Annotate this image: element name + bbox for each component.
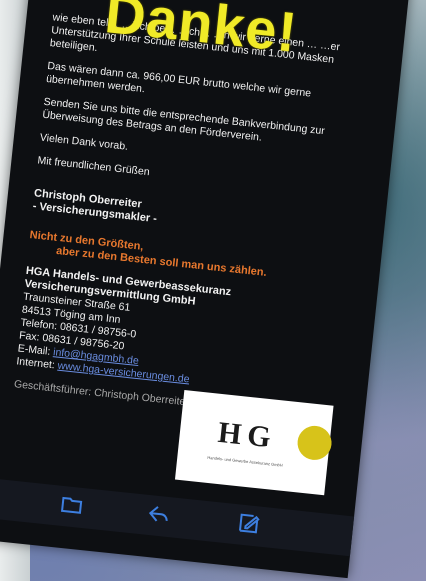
email-body: Sehr geehrt… wie eben tel… …isch be… …ch… xyxy=(13,0,374,425)
phone-screen: Sehr geehrt… wie eben tel… …isch be… …ch… xyxy=(0,0,411,579)
logo-letters: HG xyxy=(216,415,279,455)
logo-circle-icon xyxy=(295,424,334,462)
company-logo: HG Handels- und Gewerbe Assekuranz GmbH xyxy=(174,390,334,496)
trash-icon[interactable] xyxy=(0,483,5,509)
compose-icon[interactable] xyxy=(236,510,262,536)
logo-subline: Handels- und Gewerbe Assekuranz GmbH xyxy=(207,454,283,468)
reply-icon[interactable] xyxy=(146,501,172,527)
folder-icon[interactable] xyxy=(59,492,85,518)
